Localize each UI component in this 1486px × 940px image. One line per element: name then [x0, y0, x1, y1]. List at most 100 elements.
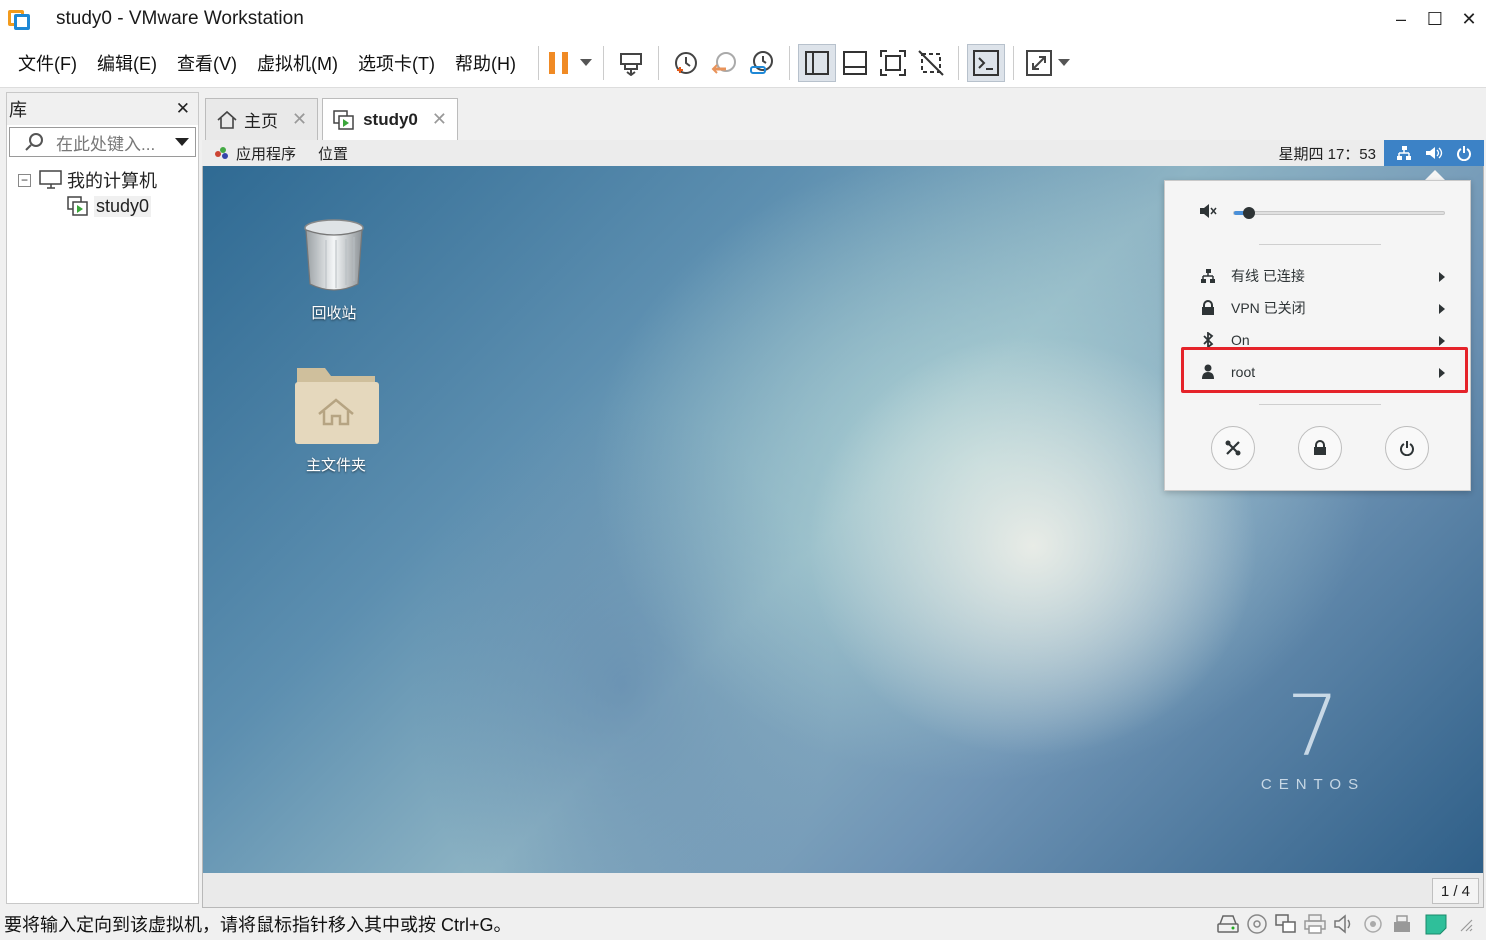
tab-close-icon[interactable]: ✕	[432, 109, 447, 130]
show-library-button[interactable]	[797, 43, 836, 82]
minimize-button[interactable]: –	[1384, 0, 1418, 38]
volume-muted-icon	[1200, 204, 1217, 218]
menu-edit[interactable]: 编辑(E)	[97, 50, 157, 76]
power-off-button[interactable]	[1385, 426, 1429, 470]
console-view-button[interactable]	[966, 43, 1005, 82]
gnome-foot-icon	[215, 147, 228, 159]
close-button[interactable]: ✕	[1452, 0, 1486, 38]
thumbnail-bar-button[interactable]	[836, 44, 874, 82]
resize-grip-icon[interactable]	[1452, 912, 1478, 936]
bluetooth-icon	[1203, 332, 1214, 348]
computer-icon	[39, 170, 62, 189]
bluetooth-label: On	[1231, 332, 1250, 348]
places-menu[interactable]: 位置	[318, 143, 348, 164]
lock-screen-button[interactable]	[1298, 426, 1342, 470]
collapse-toggle-icon[interactable]: −	[18, 173, 31, 187]
printer-icon[interactable]	[1302, 912, 1328, 936]
message-log-icon[interactable]	[1423, 912, 1449, 936]
menu-file[interactable]: 文件(F)	[18, 50, 77, 76]
lock-icon	[1314, 440, 1326, 455]
clock[interactable]: 星期四 17：53	[1278, 143, 1376, 164]
vm-icon	[333, 109, 354, 130]
library-close-button[interactable]: ✕	[176, 99, 190, 119]
pause-dropdown-icon[interactable]	[579, 59, 592, 66]
toolbar-divider	[657, 45, 659, 80]
tab-study0[interactable]: study0 ✕	[322, 98, 458, 140]
tab-bar: 主页 ✕ study0 ✕	[205, 98, 462, 140]
library-search-input[interactable]: 在此处键入...	[9, 127, 196, 157]
vpn-label: VPN 已关闭	[1231, 300, 1306, 316]
tree-label: study0	[94, 195, 152, 217]
search-placeholder: 在此处键入...	[56, 134, 156, 154]
volume-row	[1199, 203, 1217, 219]
settings-button[interactable]	[1211, 426, 1255, 470]
take-snapshot-button[interactable]	[667, 44, 705, 82]
stretch-dropdown-icon[interactable]	[1057, 59, 1070, 66]
tab-home[interactable]: 主页 ✕	[205, 98, 319, 140]
system-status-menu[interactable]	[1384, 140, 1484, 166]
snapshot-manager-icon	[749, 50, 773, 74]
centos-logo-text: CENTOS	[1260, 776, 1366, 793]
menu-wired-connection[interactable]: 有线 已连接	[1195, 261, 1445, 291]
desktop-item-trash[interactable]: 回收站	[299, 218, 369, 323]
tab-label: study0	[363, 109, 418, 129]
pause-icon	[548, 51, 568, 74]
network-wired-icon	[1397, 146, 1412, 160]
menu-vm[interactable]: 虚拟机(M)	[257, 50, 338, 76]
status-bar: 要将输入定向到该虚拟机，请将鼠标指针移入其中或按 Ctrl+G。	[0, 908, 1486, 940]
sound-card-icon[interactable]	[1331, 912, 1357, 936]
search-dropdown-icon[interactable]	[175, 138, 189, 146]
menu-tabs[interactable]: 选项卡(T)	[358, 50, 435, 76]
power-icon	[1400, 441, 1414, 456]
snapshot-manager-button[interactable]	[743, 44, 781, 82]
pause-button[interactable]	[547, 44, 593, 82]
workspace-indicator[interactable]: 1 / 4	[1431, 878, 1479, 904]
home-folder-icon	[295, 368, 379, 444]
vm-status-strip: 1 / 4	[203, 874, 1483, 907]
centos-logo: 7 CENTOS	[1253, 684, 1373, 793]
full-screen-button[interactable]	[874, 44, 912, 82]
submenu-arrow-icon	[1439, 336, 1445, 346]
fullscreen-icon	[879, 49, 906, 76]
tab-close-icon[interactable]: ✕	[292, 109, 307, 130]
menu-view[interactable]: 查看(V)	[177, 50, 237, 76]
send-ctrl-alt-del-button[interactable]	[612, 44, 650, 82]
usb-device-icon[interactable]	[1360, 912, 1386, 936]
toolbar-divider	[602, 45, 604, 80]
volume-slider-knob[interactable]	[1242, 207, 1255, 219]
unity-button[interactable]	[912, 44, 950, 82]
system-status-popup: 有线 已连接 VPN 已关闭 On root	[1164, 180, 1471, 491]
revert-snapshot-button[interactable]	[705, 44, 743, 82]
toolbar-divider	[788, 45, 790, 80]
annotation-highlight	[1181, 347, 1468, 393]
device-icons	[1212, 912, 1478, 936]
console-icon	[972, 49, 999, 76]
applications-menu[interactable]: 应用程序	[212, 143, 296, 164]
toolbar-divider	[1012, 45, 1014, 80]
wired-label: 有线 已连接	[1231, 268, 1305, 284]
snapshot-icon	[674, 51, 697, 74]
menu-vpn[interactable]: VPN 已关闭	[1195, 293, 1445, 323]
library-panel: 库 ✕ 在此处键入... − 我的计算机 study0	[6, 92, 199, 904]
thumbnail-view-icon	[842, 50, 867, 75]
applications-label: 应用程序	[236, 145, 297, 163]
desktop-item-label: 回收站	[311, 305, 357, 322]
vm-icon	[67, 196, 88, 216]
search-icon	[25, 133, 43, 151]
stretch-button[interactable]	[1022, 44, 1074, 82]
maximize-button[interactable]: ☐	[1418, 0, 1452, 38]
vpn-lock-icon	[1202, 300, 1214, 315]
tree-item-my-computer[interactable]: − 我的计算机	[7, 167, 198, 193]
volume-slider[interactable]	[1233, 207, 1445, 219]
network-adapter-icon[interactable]	[1273, 912, 1299, 936]
removable-device-icon[interactable]	[1389, 912, 1415, 936]
volume-icon	[1425, 147, 1443, 159]
title-bar: study0 - VMware Workstation – ☐ ✕	[0, 0, 1486, 38]
cd-dvd-icon[interactable]	[1244, 912, 1270, 936]
trash-icon	[304, 219, 364, 291]
hard-disk-icon[interactable]	[1215, 912, 1241, 936]
menu-help[interactable]: 帮助(H)	[455, 50, 516, 76]
tree-item-study0[interactable]: study0	[7, 193, 198, 219]
desktop-item-home-folder[interactable]: 主文件夹	[291, 362, 381, 475]
gnome-top-bar: 应用程序 位置 星期四 17：53	[202, 140, 1484, 166]
